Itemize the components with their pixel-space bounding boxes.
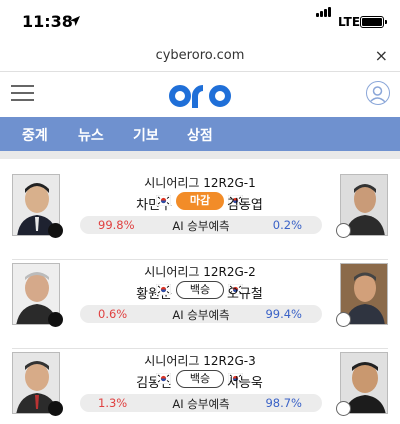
- status-badge: 마감: [176, 192, 224, 210]
- location-arrow-icon: [70, 16, 80, 26]
- match-card[interactable]: 시니어리그 12R2G-2 황원준 백승 오규철 0.6% AI 승부예측 99…: [0, 259, 400, 349]
- right-player-name: 서능욱: [227, 376, 263, 391]
- korea-flag-icon: [156, 373, 171, 384]
- match-card[interactable]: 시니어리그 12R2G-3 김동면 백승 서능욱 1.3% AI 승부예측 98…: [0, 348, 400, 424]
- match-card[interactable]: 시니어리그 12R2G-1 차민수 마감 김동엽 99.8% AI 승부예측 0…: [0, 170, 400, 260]
- players-row: 황원준 백승 오규철: [64, 281, 336, 302]
- league-title: 시니어리그 12R2G-2: [144, 265, 256, 279]
- hamburger-menu-icon[interactable]: [11, 85, 34, 102]
- main-nav: 중계 뉴스 기보 상점: [0, 117, 400, 151]
- korea-flag-icon: [156, 195, 171, 206]
- black-stone-icon: [48, 401, 63, 416]
- oro-logo[interactable]: [169, 80, 231, 110]
- tab-news[interactable]: 뉴스: [78, 125, 104, 145]
- korea-flag-icon: [156, 284, 171, 295]
- app-header: [0, 73, 400, 117]
- league-title: 시니어리그 12R2G-1: [144, 176, 256, 190]
- url-text[interactable]: cyberoro.com: [0, 48, 400, 63]
- nav-divider: [0, 151, 400, 159]
- network-type: LTE: [338, 15, 361, 29]
- ai-prediction-bar: 1.3% AI 승부예측 98.7%: [80, 394, 322, 412]
- tab-live[interactable]: 중계: [22, 125, 48, 145]
- right-win-percent: 99.4%: [265, 307, 302, 321]
- black-stone-icon: [48, 312, 63, 327]
- white-stone-icon: [336, 223, 351, 238]
- ai-prediction-bar: 0.6% AI 승부예측 99.4%: [80, 305, 322, 323]
- ai-prediction-bar: 99.8% AI 승부예측 0.2%: [80, 216, 322, 234]
- black-stone-icon: [48, 223, 63, 238]
- battery-icon: [360, 16, 387, 28]
- status-badge: 백승: [176, 281, 224, 299]
- players-row: 김동면 백승 서능욱: [64, 370, 336, 391]
- white-stone-icon: [336, 312, 351, 327]
- tab-shop[interactable]: 상점: [187, 125, 213, 145]
- browser-url-bar: cyberoro.com ×: [0, 44, 400, 72]
- right-player-name: 김동엽: [227, 198, 263, 213]
- right-win-percent: 0.2%: [272, 218, 302, 232]
- right-player-name: 오규철: [227, 287, 263, 302]
- league-title: 시니어리그 12R2G-3: [144, 354, 256, 368]
- status-badge: 백승: [176, 370, 224, 388]
- status-time: 11:38: [22, 12, 73, 31]
- user-profile-icon[interactable]: [366, 81, 390, 105]
- tab-records[interactable]: 기보: [133, 125, 159, 145]
- close-icon[interactable]: ×: [375, 46, 388, 65]
- players-row: 차민수 마감 김동엽: [64, 192, 336, 213]
- status-bar: 11:38 LTE: [0, 0, 400, 44]
- white-stone-icon: [336, 401, 351, 416]
- right-win-percent: 98.7%: [265, 396, 302, 410]
